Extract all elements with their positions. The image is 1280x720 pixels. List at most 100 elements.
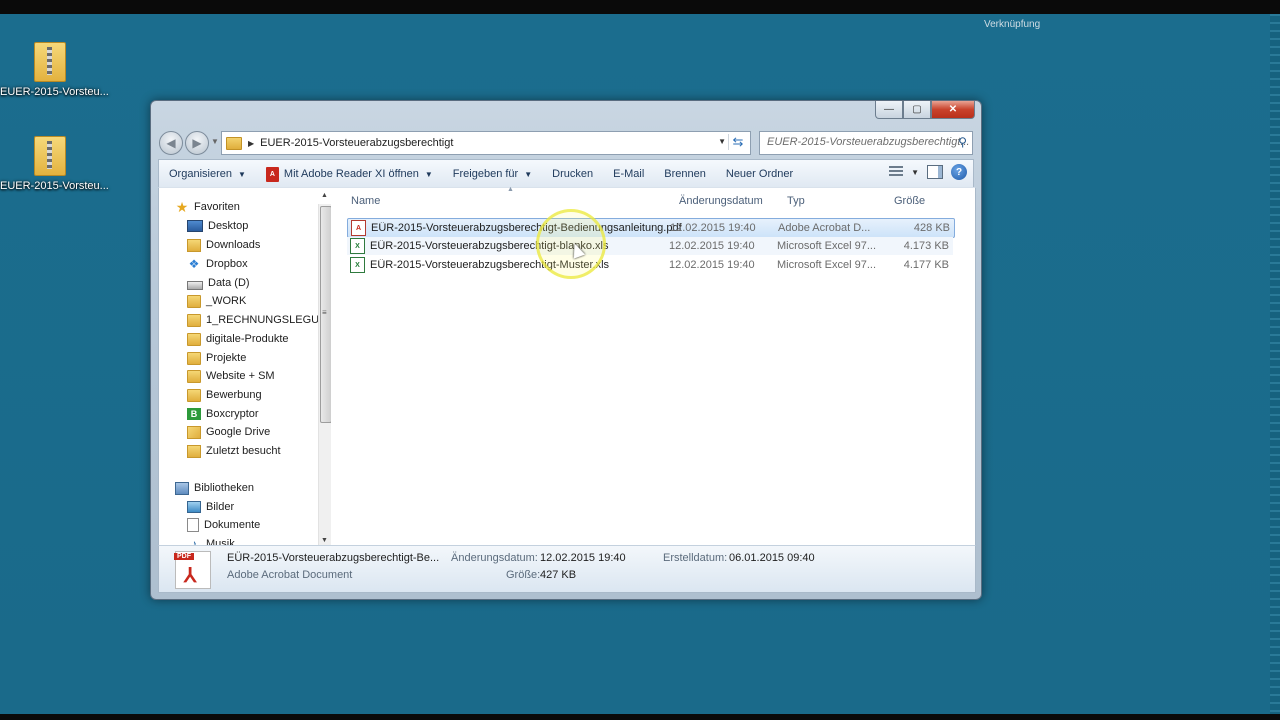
nav-item-desktop[interactable]: Desktop <box>187 217 248 235</box>
acrobat-symbol-icon: ⅄ <box>184 565 197 587</box>
desktop-icon-label: EUER-2015-Vorsteu... <box>0 86 109 98</box>
libraries-icon <box>175 481 189 495</box>
back-button[interactable]: ◀ <box>159 131 183 155</box>
navigation-row: ◀ ▶ ▼ ▶ EUER-2015-Vorsteuerabzugsberecht… <box>159 129 973 155</box>
details-modified-label: Änderungsdatum: <box>451 552 538 564</box>
chevron-down-icon[interactable]: ▼ <box>911 168 919 177</box>
address-bar[interactable]: ▶ EUER-2015-Vorsteuerabzugsberechtigt ▼ … <box>221 131 751 155</box>
nav-item-label: Dropbox <box>206 258 248 270</box>
details-created-value: 06.01.2015 09:40 <box>729 552 815 564</box>
close-button[interactable]: ✕ <box>931 101 975 119</box>
desktop-icon-label: EUER-2015-Vorsteu... <box>0 180 109 192</box>
nav-item-work[interactable]: _WORK <box>187 292 246 310</box>
nav-item-label: _WORK <box>206 295 247 307</box>
nav-item-data-drive[interactable]: Data (D) <box>187 274 250 292</box>
file-type: Adobe Acrobat D... <box>778 222 871 234</box>
open-with-adobe-button[interactable]: A Mit Adobe Reader XI öffnen ▼ <box>256 166 443 182</box>
nav-item-dropbox[interactable]: ❖ Dropbox <box>187 255 248 273</box>
details-filetype: Adobe Acrobat Document <box>227 569 353 581</box>
minimize-button[interactable]: — <box>875 101 903 119</box>
organize-button[interactable]: Organisieren ▼ <box>159 168 256 180</box>
file-list: ▲ Name Änderungsdatum Typ Größe A EÜR-20… <box>339 186 975 546</box>
recent-places-icon <box>187 444 201 458</box>
share-label: Freigeben für <box>452 168 519 180</box>
nav-item-bilder[interactable]: Bilder <box>187 498 234 516</box>
search-input[interactable]: EUER-2015-Vorsteuerabzugsberechtigt... ⚲ <box>759 131 973 155</box>
email-button[interactable]: E-Mail <box>603 168 654 180</box>
nav-libraries-header[interactable]: Bibliotheken <box>175 479 254 497</box>
file-date: 12.02.2015 19:40 <box>670 222 756 234</box>
scroll-up-icon[interactable]: ▲ <box>321 192 328 199</box>
command-bar: Organisieren ▼ A Mit Adobe Reader XI öffne… <box>158 159 974 188</box>
nav-item-website-sm[interactable]: Website + SM <box>187 367 275 385</box>
file-size: 4.177 KB <box>903 259 949 271</box>
file-row[interactable]: X EÜR-2015-Vorsteuerabzugsberechtigt-Mus… <box>347 256 953 274</box>
folder-icon <box>187 388 201 402</box>
folder-icon <box>187 351 201 365</box>
zip-folder-icon <box>34 42 66 82</box>
desktop-icon <box>187 220 203 232</box>
recent-pages-dropdown[interactable]: ▼ <box>211 137 219 146</box>
folder-icon <box>187 332 201 346</box>
share-button[interactable]: Freigeben für ▼ <box>443 168 542 180</box>
navigation-pane: ★ Favoriten Desktop Downloads ❖ Dropbox Da… <box>159 188 331 546</box>
documents-icon <box>187 518 199 532</box>
folder-icon <box>187 369 201 383</box>
zip-folder-icon <box>34 136 66 176</box>
nav-item-bewerbung[interactable]: Bewerbung <box>187 386 262 404</box>
nav-item-dokumente[interactable]: Dokumente <box>187 516 260 534</box>
preview-pane-icon[interactable] <box>927 165 943 179</box>
file-name: EÜR-2015-Vorsteuerabzugsberechtigt-blank… <box>370 240 609 252</box>
nav-item-zuletzt-besucht[interactable]: Zuletzt besucht <box>187 442 281 460</box>
nav-item-label: Boxcryptor <box>206 408 259 420</box>
view-options-icon[interactable] <box>889 166 904 178</box>
desktop-shortcut-label: Verknüpfung <box>984 19 1041 30</box>
file-size: 4.173 KB <box>903 240 949 252</box>
nav-item-projekte[interactable]: Projekte <box>187 349 246 367</box>
desktop-icon-zip-1[interactable]: EUER-2015-Vorsteu... <box>0 42 109 98</box>
view-controls: ▼ ? <box>889 164 967 180</box>
chevron-down-icon: ▼ <box>524 169 533 179</box>
search-icon[interactable]: ⚲ <box>958 135 967 149</box>
nav-scrollbar[interactable]: ▲ ≡ ▼ <box>318 192 331 546</box>
nav-item-label: Desktop <box>208 220 249 232</box>
file-row[interactable]: A EÜR-2015-Vorsteuerabzugsberechtigt-Bed… <box>347 218 955 238</box>
dropbox-icon: ❖ <box>188 257 200 271</box>
column-header-type[interactable]: Typ <box>787 192 805 210</box>
help-icon[interactable]: ? <box>951 164 967 180</box>
chevron-down-icon: ▼ <box>237 169 246 179</box>
nav-favorites-header[interactable]: ★ Favoriten <box>175 198 240 216</box>
screen-bottom-bar <box>0 714 1280 720</box>
file-name: EÜR-2015-Vorsteuerabzugsberechtigt-Muste… <box>370 259 610 271</box>
burn-button[interactable]: Brennen <box>654 168 716 180</box>
google-drive-icon <box>187 425 201 439</box>
folder-icon <box>187 294 201 308</box>
print-button[interactable]: Drucken <box>542 168 603 180</box>
refresh-icon[interactable]: ⇆ <box>728 134 747 150</box>
nav-item-digitale-produkte[interactable]: digitale-Produkte <box>187 330 289 348</box>
address-dropdown-icon[interactable]: ▼ <box>718 137 726 146</box>
maximize-button[interactable]: ▢ <box>903 101 931 119</box>
search-placeholder: EUER-2015-Vorsteuerabzugsberechtigt... <box>767 136 970 148</box>
nav-item-rechnungslegung[interactable]: 1_RECHNUNGSLEGUNG <box>187 311 331 329</box>
breadcrumb-arrow-icon[interactable]: ▶ <box>248 139 254 148</box>
address-path[interactable]: EUER-2015-Vorsteuerabzugsberechtigt <box>260 137 453 149</box>
details-modified-value: 12.02.2015 19:40 <box>540 552 626 564</box>
desktop-icon-zip-2[interactable]: EUER-2015-Vorsteu... <box>0 136 109 192</box>
details-pane: PDF ⅄ EÜR-2015-Vorsteuerabzugsberechtigt… <box>158 545 976 593</box>
column-header-size[interactable]: Größe <box>894 192 925 210</box>
file-type: Microsoft Excel 97... <box>777 259 877 271</box>
forward-button[interactable]: ▶ <box>185 131 209 155</box>
new-folder-button[interactable]: Neuer Ordner <box>716 168 803 180</box>
nav-item-boxcryptor[interactable]: B Boxcryptor <box>187 405 259 423</box>
nav-item-label: 1_RECHNUNGSLEGUNG <box>206 314 331 326</box>
file-row[interactable]: X EÜR-2015-Vorsteuerabzugsberechtigt-bla… <box>347 237 953 255</box>
nav-item-downloads[interactable]: Downloads <box>187 236 260 254</box>
nav-item-google-drive[interactable]: Google Drive <box>187 423 270 441</box>
column-header-date[interactable]: Änderungsdatum <box>679 192 763 210</box>
nav-item-label: Dokumente <box>204 519 261 531</box>
pictures-icon <box>187 501 201 513</box>
column-header-name[interactable]: Name <box>351 192 380 210</box>
details-filename: EÜR-2015-Vorsteuerabzugsberechtigt-Be... <box>227 552 440 564</box>
scroll-down-icon[interactable]: ▼ <box>321 537 328 544</box>
